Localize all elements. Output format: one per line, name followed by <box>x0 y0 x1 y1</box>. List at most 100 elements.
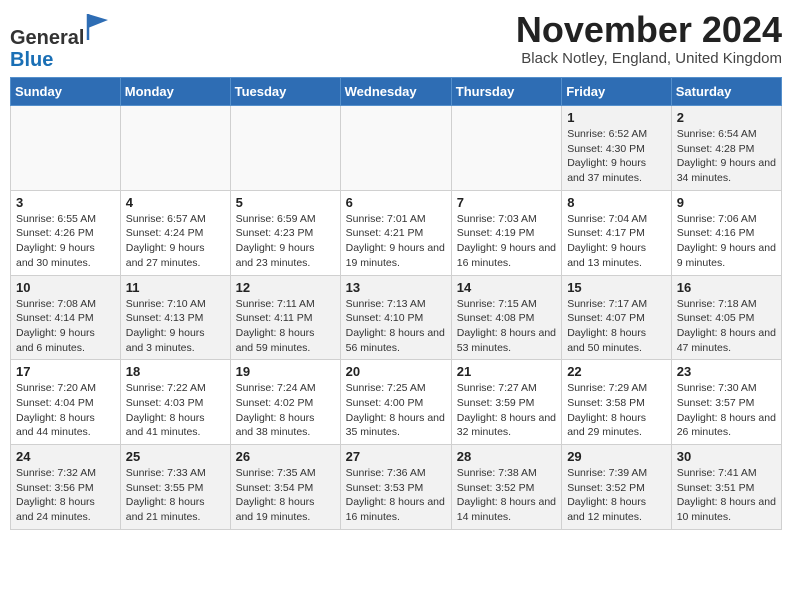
day-number: 19 <box>236 364 335 379</box>
column-header-tuesday: Tuesday <box>230 78 340 106</box>
location-subtitle: Black Notley, England, United Kingdom <box>516 50 782 67</box>
title-area: November 2024 Black Notley, England, Uni… <box>516 10 782 67</box>
day-info: Sunrise: 6:57 AM Sunset: 4:24 PM Dayligh… <box>126 212 225 271</box>
day-number: 1 <box>567 110 666 125</box>
day-info: Sunrise: 7:04 AM Sunset: 4:17 PM Dayligh… <box>567 212 666 271</box>
calendar-cell <box>11 106 121 191</box>
calendar-cell: 28 Sunrise: 7:38 AM Sunset: 3:52 PM Dayli… <box>451 445 561 530</box>
day-info: Sunrise: 7:15 AM Sunset: 4:08 PM Dayligh… <box>457 297 556 356</box>
day-info: Sunrise: 6:55 AM Sunset: 4:26 PM Dayligh… <box>16 212 115 271</box>
calendar-cell: 3 Sunrise: 6:55 AM Sunset: 4:26 PM Daylig… <box>11 190 121 275</box>
day-number: 15 <box>567 280 666 295</box>
calendar-cell: 6 Sunrise: 7:01 AM Sunset: 4:21 PM Daylig… <box>340 190 451 275</box>
day-number: 23 <box>677 364 776 379</box>
column-header-wednesday: Wednesday <box>340 78 451 106</box>
day-info: Sunrise: 6:52 AM Sunset: 4:30 PM Dayligh… <box>567 127 666 186</box>
day-number: 3 <box>16 195 115 210</box>
calendar-table: SundayMondayTuesdayWednesdayThursdayFrid… <box>10 77 782 530</box>
day-number: 9 <box>677 195 776 210</box>
day-number: 12 <box>236 280 335 295</box>
calendar-cell: 9 Sunrise: 7:06 AM Sunset: 4:16 PM Daylig… <box>671 190 781 275</box>
day-info: Sunrise: 7:25 AM Sunset: 4:00 PM Dayligh… <box>346 381 446 440</box>
column-header-sunday: Sunday <box>11 78 121 106</box>
day-number: 21 <box>457 364 556 379</box>
day-info: Sunrise: 7:30 AM Sunset: 3:57 PM Dayligh… <box>677 381 776 440</box>
day-number: 2 <box>677 110 776 125</box>
calendar-cell: 14 Sunrise: 7:15 AM Sunset: 4:08 PM Dayli… <box>451 275 561 360</box>
day-info: Sunrise: 7:39 AM Sunset: 3:52 PM Dayligh… <box>567 466 666 525</box>
column-header-saturday: Saturday <box>671 78 781 106</box>
day-number: 10 <box>16 280 115 295</box>
column-header-friday: Friday <box>562 78 672 106</box>
day-number: 22 <box>567 364 666 379</box>
calendar-cell: 1 Sunrise: 6:52 AM Sunset: 4:30 PM Daylig… <box>562 106 672 191</box>
calendar-cell: 29 Sunrise: 7:39 AM Sunset: 3:52 PM Dayli… <box>562 445 672 530</box>
column-header-thursday: Thursday <box>451 78 561 106</box>
calendar-cell: 17 Sunrise: 7:20 AM Sunset: 4:04 PM Dayli… <box>11 360 121 445</box>
day-number: 14 <box>457 280 556 295</box>
day-number: 30 <box>677 449 776 464</box>
day-number: 6 <box>346 195 446 210</box>
day-number: 16 <box>677 280 776 295</box>
day-info: Sunrise: 6:54 AM Sunset: 4:28 PM Dayligh… <box>677 127 776 186</box>
page-header: General Blue November 2024 Black Notley,… <box>10 10 782 71</box>
day-info: Sunrise: 7:10 AM Sunset: 4:13 PM Dayligh… <box>126 297 225 356</box>
header-row: SundayMondayTuesdayWednesdayThursdayFrid… <box>11 78 782 106</box>
calendar-cell: 7Sunrise: 7:03 AM Sunset: 4:19 PM Daylig… <box>451 190 561 275</box>
calendar-cell: 10 Sunrise: 7:08 AM Sunset: 4:14 PM Dayli… <box>11 275 121 360</box>
calendar-cell: 30 Sunrise: 7:41 AM Sunset: 3:51 PM Dayli… <box>671 445 781 530</box>
day-number: 11 <box>126 280 225 295</box>
month-title: November 2024 <box>516 10 782 50</box>
calendar-week-1: 1 Sunrise: 6:52 AM Sunset: 4:30 PM Daylig… <box>11 106 782 191</box>
day-info: Sunrise: 7:17 AM Sunset: 4:07 PM Dayligh… <box>567 297 666 356</box>
calendar-cell: 15 Sunrise: 7:17 AM Sunset: 4:07 PM Dayli… <box>562 275 672 360</box>
day-info: Sunrise: 7:36 AM Sunset: 3:53 PM Dayligh… <box>346 466 446 525</box>
day-info: Sunrise: 7:22 AM Sunset: 4:03 PM Dayligh… <box>126 381 225 440</box>
calendar-cell: 16Sunrise: 7:18 AM Sunset: 4:05 PM Dayli… <box>671 275 781 360</box>
calendar-cell: 20 Sunrise: 7:25 AM Sunset: 4:00 PM Dayli… <box>340 360 451 445</box>
day-number: 20 <box>346 364 446 379</box>
day-info: Sunrise: 7:08 AM Sunset: 4:14 PM Dayligh… <box>16 297 115 356</box>
day-number: 18 <box>126 364 225 379</box>
day-info: Sunrise: 7:38 AM Sunset: 3:52 PM Dayligh… <box>457 466 556 525</box>
day-info: Sunrise: 7:24 AM Sunset: 4:02 PM Dayligh… <box>236 381 335 440</box>
day-number: 17 <box>16 364 115 379</box>
calendar-cell: 12 Sunrise: 7:11 AM Sunset: 4:11 PM Dayli… <box>230 275 340 360</box>
day-info: Sunrise: 7:01 AM Sunset: 4:21 PM Dayligh… <box>346 212 446 271</box>
calendar-cell: 5Sunrise: 6:59 AM Sunset: 4:23 PM Daylig… <box>230 190 340 275</box>
day-info: Sunrise: 7:29 AM Sunset: 3:58 PM Dayligh… <box>567 381 666 440</box>
day-number: 13 <box>346 280 446 295</box>
day-info: Sunrise: 7:41 AM Sunset: 3:51 PM Dayligh… <box>677 466 776 525</box>
calendar-body: 1 Sunrise: 6:52 AM Sunset: 4:30 PM Daylig… <box>11 106 782 530</box>
calendar-cell <box>230 106 340 191</box>
calendar-cell: 19 Sunrise: 7:24 AM Sunset: 4:02 PM Dayli… <box>230 360 340 445</box>
logo-flag-icon <box>86 12 110 42</box>
calendar-week-4: 17 Sunrise: 7:20 AM Sunset: 4:04 PM Dayli… <box>11 360 782 445</box>
calendar-cell <box>120 106 230 191</box>
calendar-cell <box>451 106 561 191</box>
day-number: 25 <box>126 449 225 464</box>
calendar-cell: 13Sunrise: 7:13 AM Sunset: 4:10 PM Dayli… <box>340 275 451 360</box>
column-header-monday: Monday <box>120 78 230 106</box>
day-info: Sunrise: 7:06 AM Sunset: 4:16 PM Dayligh… <box>677 212 776 271</box>
calendar-header: SundayMondayTuesdayWednesdayThursdayFrid… <box>11 78 782 106</box>
day-info: Sunrise: 7:32 AM Sunset: 3:56 PM Dayligh… <box>16 466 115 525</box>
calendar-cell: 11 Sunrise: 7:10 AM Sunset: 4:13 PM Dayli… <box>120 275 230 360</box>
calendar-cell: 26Sunrise: 7:35 AM Sunset: 3:54 PM Dayli… <box>230 445 340 530</box>
calendar-cell: 4 Sunrise: 6:57 AM Sunset: 4:24 PM Daylig… <box>120 190 230 275</box>
day-info: Sunrise: 7:20 AM Sunset: 4:04 PM Dayligh… <box>16 381 115 440</box>
day-info: Sunrise: 7:11 AM Sunset: 4:11 PM Dayligh… <box>236 297 335 356</box>
calendar-cell: 23 Sunrise: 7:30 AM Sunset: 3:57 PM Dayli… <box>671 360 781 445</box>
day-number: 24 <box>16 449 115 464</box>
calendar-cell: 22 Sunrise: 7:29 AM Sunset: 3:58 PM Dayli… <box>562 360 672 445</box>
calendar-cell: 27Sunrise: 7:36 AM Sunset: 3:53 PM Dayli… <box>340 445 451 530</box>
day-number: 7 <box>457 195 556 210</box>
calendar-week-2: 3 Sunrise: 6:55 AM Sunset: 4:26 PM Daylig… <box>11 190 782 275</box>
calendar-cell: 18 Sunrise: 7:22 AM Sunset: 4:03 PM Dayli… <box>120 360 230 445</box>
calendar-cell: 21Sunrise: 7:27 AM Sunset: 3:59 PM Dayli… <box>451 360 561 445</box>
logo: General Blue <box>10 14 110 71</box>
logo-general-text: General <box>10 27 84 49</box>
day-number: 28 <box>457 449 556 464</box>
day-number: 29 <box>567 449 666 464</box>
day-number: 4 <box>126 195 225 210</box>
